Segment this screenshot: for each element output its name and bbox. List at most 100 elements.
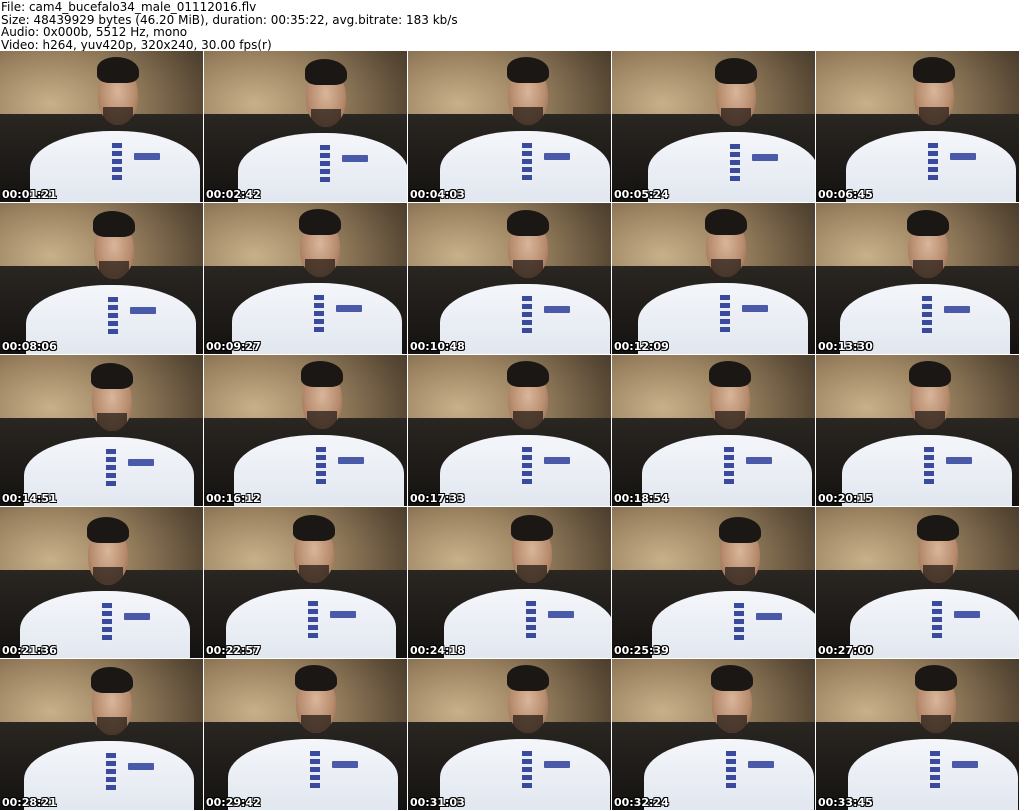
video-thumbnail[interactable]: 00:17:33 <box>408 355 611 506</box>
thumbnail-beard <box>921 715 951 733</box>
video-thumbnail[interactable]: 00:31:03 <box>408 659 611 810</box>
thumbnail-shirt-placket <box>106 449 116 489</box>
video-thumbnail[interactable]: 00:13:30 <box>816 203 1019 354</box>
thumbnail-hair <box>293 515 335 541</box>
thumbnail-hair <box>719 517 761 543</box>
thumbnail-shirt-placket <box>308 601 318 641</box>
video-thumbnail[interactable]: 00:05:24 <box>612 51 815 202</box>
thumbnail-hair <box>709 361 751 387</box>
thumbnail-hair <box>91 667 133 693</box>
thumbnail-hair <box>301 361 343 387</box>
thumbnail-shirt-placket <box>310 751 320 791</box>
thumbnail-shirt-placket <box>932 601 942 641</box>
file-info-header: File: cam4_bucefalo34_male_01112016.flv … <box>0 0 1024 52</box>
thumbnail-hair <box>299 209 341 235</box>
thumbnail-hair <box>917 515 959 541</box>
thumbnail-timestamp: 00:04:03 <box>410 188 465 201</box>
thumbnail-shirt-logo <box>756 613 782 620</box>
thumbnail-timestamp: 00:29:42 <box>206 796 261 809</box>
thumbnail-hair <box>507 210 549 236</box>
thumbnail-shirt-logo <box>742 305 768 312</box>
thumbnail-hair <box>909 361 951 387</box>
thumbnail-shirt-logo <box>544 306 570 313</box>
thumbnail-shirt-placket <box>522 447 532 487</box>
video-thumbnail[interactable]: 00:28:21 <box>0 659 203 810</box>
video-thumbnail[interactable]: 00:06:45 <box>816 51 1019 202</box>
thumbnail-shirt-logo <box>548 611 574 618</box>
thumbnail-shirt-logo <box>544 153 570 160</box>
thumbnail-beard <box>513 411 543 429</box>
thumbnail-shirt-placket <box>724 447 734 487</box>
video-thumbnail[interactable]: 00:10:48 <box>408 203 611 354</box>
video-thumbnail[interactable]: 00:24:18 <box>408 507 611 658</box>
thumbnail-shirt-logo <box>746 457 772 464</box>
video-thumbnail[interactable]: 00:32:24 <box>612 659 815 810</box>
thumbnail-shirt-logo <box>944 306 970 313</box>
thumbnail-beard <box>721 108 751 126</box>
video-thumbnail[interactable]: 00:14:51 <box>0 355 203 506</box>
video-thumbnail[interactable]: 00:22:57 <box>204 507 407 658</box>
thumbnail-timestamp: 00:01:21 <box>2 188 57 201</box>
video-thumbnail[interactable]: 00:02:42 <box>204 51 407 202</box>
thumbnail-beard <box>517 565 547 583</box>
thumbnail-shirt-placket <box>108 297 118 337</box>
thumbnail-timestamp: 00:09:27 <box>206 340 261 353</box>
thumbnail-beard <box>715 411 745 429</box>
thumbnail-shirt-placket <box>316 447 326 487</box>
thumbnail-hair <box>305 59 347 85</box>
video-thumbnail[interactable]: 00:09:27 <box>204 203 407 354</box>
thumbnail-shirt-placket <box>928 143 938 183</box>
thumbnail-shirt-logo <box>134 153 160 160</box>
thumbnail-timestamp: 00:28:21 <box>2 796 57 809</box>
thumbnail-shirt-logo <box>332 761 358 768</box>
thumbnail-beard <box>97 413 127 431</box>
thumbnail-beard <box>103 107 133 125</box>
thumbnail-shirt-logo <box>946 457 972 464</box>
video-thumbnail[interactable]: 00:16:12 <box>204 355 407 506</box>
thumbnail-timestamp: 00:16:12 <box>206 492 261 505</box>
thumbnail-timestamp: 00:24:18 <box>410 644 465 657</box>
video-thumbnail[interactable]: 00:25:39 <box>612 507 815 658</box>
thumbnail-shirt-logo <box>748 761 774 768</box>
thumbnail-timestamp: 00:05:24 <box>614 188 669 201</box>
thumbnail-hair <box>705 209 747 235</box>
video-thumbnail[interactable]: 00:01:21 <box>0 51 203 202</box>
thumbnail-beard <box>97 717 127 735</box>
video-thumbnail[interactable]: 00:21:36 <box>0 507 203 658</box>
thumbnail-shirt-placket <box>522 751 532 791</box>
thumbnail-hair <box>511 515 553 541</box>
thumbnail-timestamp: 00:12:09 <box>614 340 669 353</box>
thumbnail-shirt-placket <box>320 145 330 185</box>
thumbnail-beard <box>915 411 945 429</box>
thumbnail-shirt-placket <box>734 603 744 643</box>
thumbnail-hair <box>91 363 133 389</box>
thumbnail-hair <box>295 665 337 691</box>
thumbnail-timestamp: 00:18:54 <box>614 492 669 505</box>
audio-info-line: Audio: 0x000b, 5512 Hz, mono <box>1 25 188 40</box>
video-thumbnail[interactable]: 00:20:15 <box>816 355 1019 506</box>
video-thumbnail[interactable]: 00:12:09 <box>612 203 815 354</box>
video-thumbnail[interactable]: 00:04:03 <box>408 51 611 202</box>
thumbnail-beard <box>913 260 943 278</box>
video-thumbnail[interactable]: 00:08:06 <box>0 203 203 354</box>
video-thumbnail[interactable]: 00:33:45 <box>816 659 1019 810</box>
thumbnail-shirt-logo <box>124 613 150 620</box>
thumbnail-shirt-logo <box>752 154 778 161</box>
file-name-line: File: cam4_bucefalo34_male_01112016.flv <box>1 0 257 14</box>
video-thumbnail[interactable]: 00:27:00 <box>816 507 1019 658</box>
video-thumbnail[interactable]: 00:18:54 <box>612 355 815 506</box>
thumbnail-shirt-placket <box>730 144 740 184</box>
thumbnail-timestamp: 00:27:00 <box>818 644 873 657</box>
thumbnail-timestamp: 00:06:45 <box>818 188 873 201</box>
thumbnail-beard <box>299 565 329 583</box>
thumbnail-shirt-logo <box>130 307 156 314</box>
thumbnail-shirt-logo <box>342 155 368 162</box>
thumbnail-hair <box>915 665 957 691</box>
thumbnail-timestamp: 00:21:36 <box>2 644 57 657</box>
thumbnail-shirt-placket <box>526 601 536 641</box>
thumbnail-timestamp: 00:13:30 <box>818 340 873 353</box>
thumbnail-shirt-logo <box>544 761 570 768</box>
thumbnail-shirt-logo <box>950 153 976 160</box>
thumbnail-timestamp: 00:02:42 <box>206 188 261 201</box>
video-thumbnail[interactable]: 00:29:42 <box>204 659 407 810</box>
